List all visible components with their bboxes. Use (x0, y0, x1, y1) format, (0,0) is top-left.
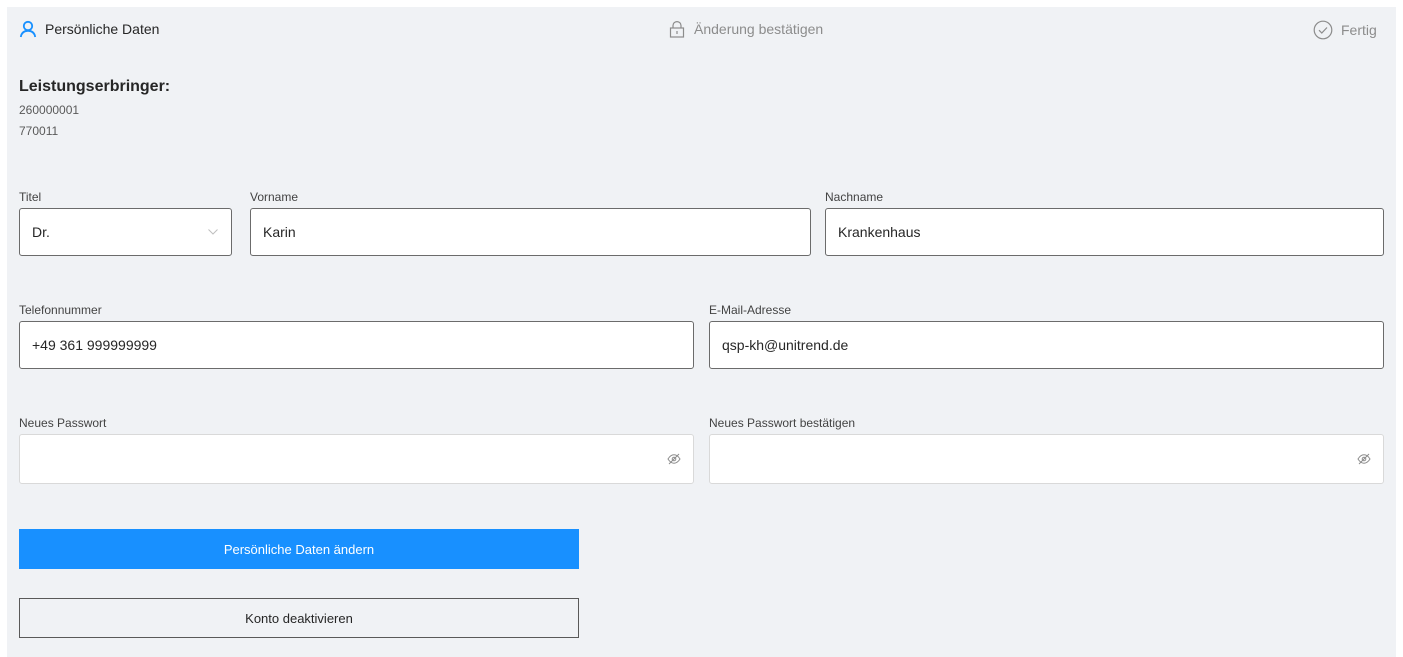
check-circle-icon (1313, 20, 1333, 40)
deactivate-account-button[interactable]: Konto deaktivieren (19, 598, 579, 638)
step-label: Fertig (1341, 22, 1377, 38)
title-select[interactable]: Dr. (19, 208, 232, 256)
lastname-label: Nachname (825, 190, 884, 204)
phone-value: +49 361 999999999 (32, 337, 157, 353)
confirm-password-label: Neues Passwort bestätigen (709, 416, 856, 430)
firstname-input[interactable]: Karin (250, 208, 811, 256)
confirm-password-input[interactable] (709, 434, 1384, 484)
step-done: Fertig (1313, 20, 1377, 40)
new-password-input[interactable] (19, 434, 694, 484)
step-personal-data: Persönliche Daten (19, 20, 159, 38)
step-label: Änderung bestätigen (694, 21, 824, 37)
email-input[interactable]: qsp-kh@unitrend.de (709, 321, 1384, 369)
save-personal-data-button[interactable]: Persönliche Daten ändern (19, 529, 579, 569)
new-password-label: Neues Passwort (19, 416, 107, 430)
title-label: Titel (19, 190, 42, 204)
step-label: Persönliche Daten (45, 21, 160, 37)
title-value: Dr. (32, 224, 50, 240)
step-confirm-change: Änderung bestätigen (668, 20, 823, 38)
lastname-value: Krankenhaus (838, 224, 921, 240)
provider-id: 770011 (19, 124, 59, 138)
firstname-value: Karin (263, 224, 296, 240)
user-icon (19, 20, 37, 38)
steps-bar: Persönliche Daten Änderung bestätigen Fe… (7, 7, 1396, 55)
email-label: E-Mail-Adresse (709, 303, 792, 317)
phone-input[interactable]: +49 361 999999999 (19, 321, 694, 369)
lock-icon (668, 20, 686, 38)
profile-panel: Persönliche Daten Änderung bestätigen Fe… (7, 7, 1396, 657)
firstname-label: Vorname (250, 190, 299, 204)
phone-label: Telefonnummer (19, 303, 102, 317)
provider-id: 260000001 (19, 103, 80, 117)
provider-heading: Leistungserbringer: (19, 78, 171, 95)
email-value: qsp-kh@unitrend.de (722, 337, 849, 353)
chevron-down-icon (207, 228, 219, 236)
lastname-input[interactable]: Krankenhaus (825, 208, 1384, 256)
eye-invisible-icon[interactable] (1357, 453, 1371, 465)
eye-invisible-icon[interactable] (667, 453, 681, 465)
